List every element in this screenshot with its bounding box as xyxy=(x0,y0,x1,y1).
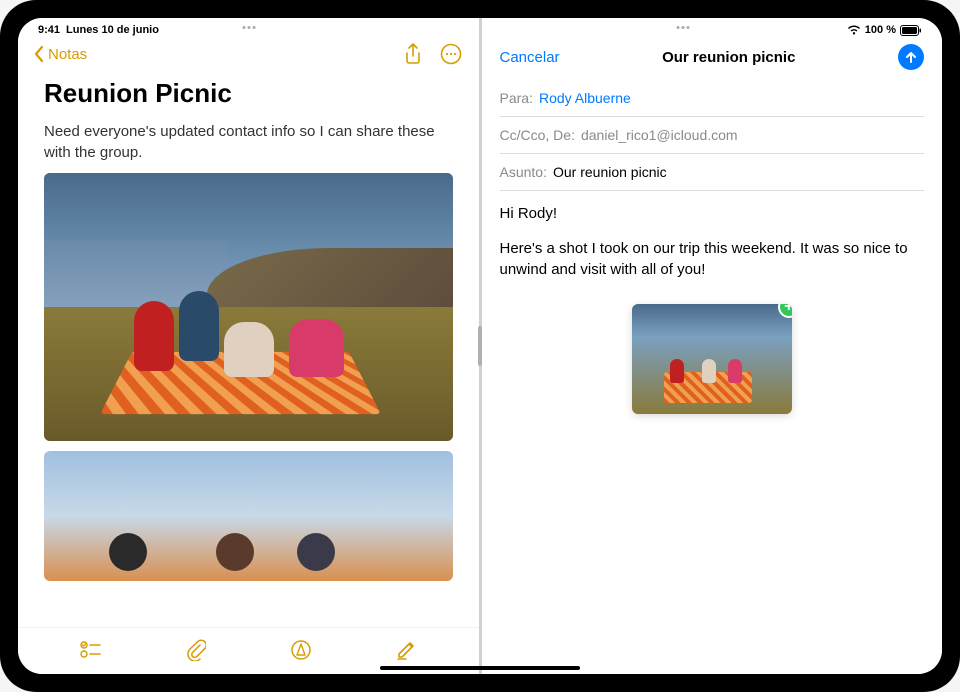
more-button[interactable] xyxy=(439,42,463,66)
paperclip-icon xyxy=(186,639,206,661)
status-left: 9:41 Lunes 10 de junio xyxy=(38,24,159,36)
send-button[interactable] xyxy=(898,44,924,70)
plus-icon: + xyxy=(784,304,792,315)
mail-greeting: Hi Rody! xyxy=(500,203,925,224)
screen: 9:41 Lunes 10 de junio 100 % xyxy=(18,18,942,674)
multitasking-handle-right[interactable] xyxy=(677,26,690,29)
subject-field[interactable]: Asunto: Our reunion picnic xyxy=(500,154,925,191)
status-bar: 9:41 Lunes 10 de junio 100 % xyxy=(18,18,942,38)
mail-pane: Cancelar Our reunion picnic Para: Rody A… xyxy=(482,18,943,674)
notes-header-actions xyxy=(401,42,463,66)
to-label: Para: xyxy=(500,90,533,106)
compose-icon xyxy=(395,639,417,661)
note-title: Reunion Picnic xyxy=(44,78,453,109)
battery-icon xyxy=(900,25,922,36)
split-view-divider[interactable] xyxy=(479,18,482,674)
add-attachment-badge[interactable]: + xyxy=(778,304,792,318)
attachment-button[interactable] xyxy=(184,638,208,662)
arrow-up-icon xyxy=(904,50,918,64)
markup-icon xyxy=(290,639,312,661)
share-button[interactable] xyxy=(401,42,425,66)
cancel-button[interactable]: Cancelar xyxy=(500,49,560,66)
checklist-button[interactable] xyxy=(79,638,103,662)
cc-value: daniel_rico1@icloud.com xyxy=(581,127,738,143)
checklist-icon xyxy=(80,641,102,659)
status-time: 9:41 xyxy=(38,24,60,36)
note-content[interactable]: Reunion Picnic Need everyone's updated c… xyxy=(18,74,479,627)
status-right: 100 % xyxy=(847,24,922,36)
cc-label: Cc/Cco, De: xyxy=(500,127,575,143)
markup-button[interactable] xyxy=(289,638,313,662)
multitasking-handle-left[interactable] xyxy=(243,26,256,29)
note-body: Need everyone's updated contact info so … xyxy=(44,121,453,163)
mail-body[interactable]: Hi Rody! Here's a shot I took on our tri… xyxy=(482,191,943,426)
cc-field[interactable]: Cc/Cco, De: daniel_rico1@icloud.com xyxy=(500,117,925,154)
note-photo-2[interactable] xyxy=(44,451,453,581)
status-date: Lunes 10 de junio xyxy=(66,24,159,36)
mail-text: Here's a shot I took on our trip this we… xyxy=(500,238,925,280)
mail-attachment[interactable]: + xyxy=(632,304,792,414)
status-battery-text: 100 % xyxy=(865,24,896,36)
subject-value: Our reunion picnic xyxy=(553,164,667,180)
wifi-icon xyxy=(847,25,861,35)
mail-fields: Para: Rody Albuerne Cc/Cco, De: daniel_r… xyxy=(482,80,943,191)
chevron-left-icon xyxy=(34,46,44,62)
note-photo-1[interactable] xyxy=(44,173,453,441)
subject-label: Asunto: xyxy=(500,164,547,180)
share-icon xyxy=(404,43,422,65)
ellipsis-circle-icon xyxy=(440,43,462,65)
ipad-device-frame: 9:41 Lunes 10 de junio 100 % xyxy=(0,0,960,692)
new-note-button[interactable] xyxy=(394,638,418,662)
to-value: Rody Albuerne xyxy=(539,90,631,106)
attachment-container: + xyxy=(500,304,925,414)
mail-title: Our reunion picnic xyxy=(662,49,795,66)
notes-pane: Notas Reunion Picnic Need everyone's upd… xyxy=(18,18,479,674)
back-button[interactable]: Notas xyxy=(34,46,87,63)
home-indicator[interactable] xyxy=(380,666,580,670)
to-field[interactable]: Para: Rody Albuerne xyxy=(500,80,925,117)
back-label: Notas xyxy=(48,46,87,63)
